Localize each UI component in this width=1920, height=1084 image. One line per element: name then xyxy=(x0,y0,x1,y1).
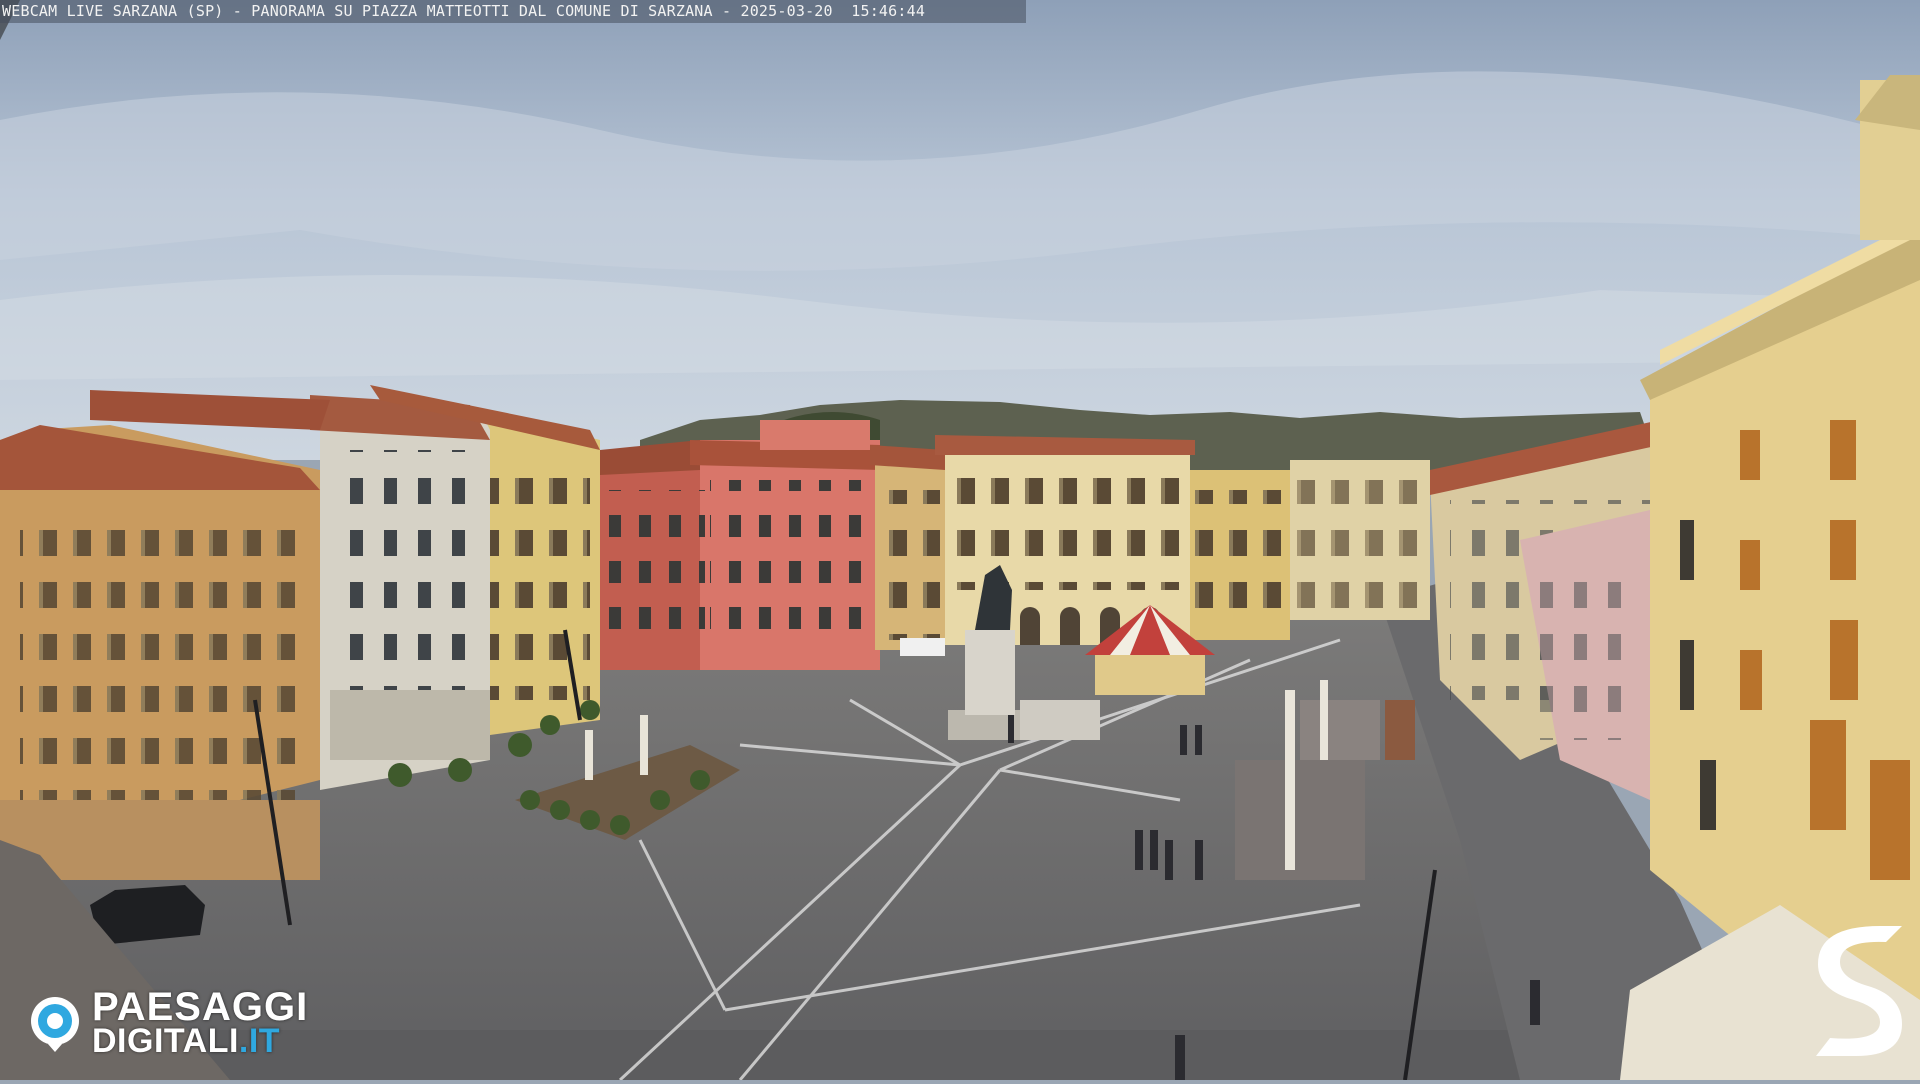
building-center-red xyxy=(600,420,880,670)
s-logo xyxy=(1810,920,1906,1060)
logo-brand-line1: PAESAGGI xyxy=(92,985,309,1029)
webcam-frame xyxy=(0,0,1920,1082)
webcam-image xyxy=(0,0,1920,1082)
stylized-s-icon xyxy=(1816,926,1902,1056)
building-center-ochre xyxy=(870,445,945,650)
paesaggi-digitali-logo: PAESAGGI DIGITALI.IT xyxy=(24,985,334,1062)
logo-brand-tld: .IT xyxy=(238,1022,281,1060)
webcam-caption: WEBCAM LIVE SARZANA (SP) - PANORAMA SU P… xyxy=(0,0,1026,23)
logo-brand-line2: DIGITALI.IT xyxy=(92,1024,280,1058)
camera-eye-icon xyxy=(31,997,79,1052)
logo-brand-name: DIGITALI xyxy=(92,1022,239,1060)
